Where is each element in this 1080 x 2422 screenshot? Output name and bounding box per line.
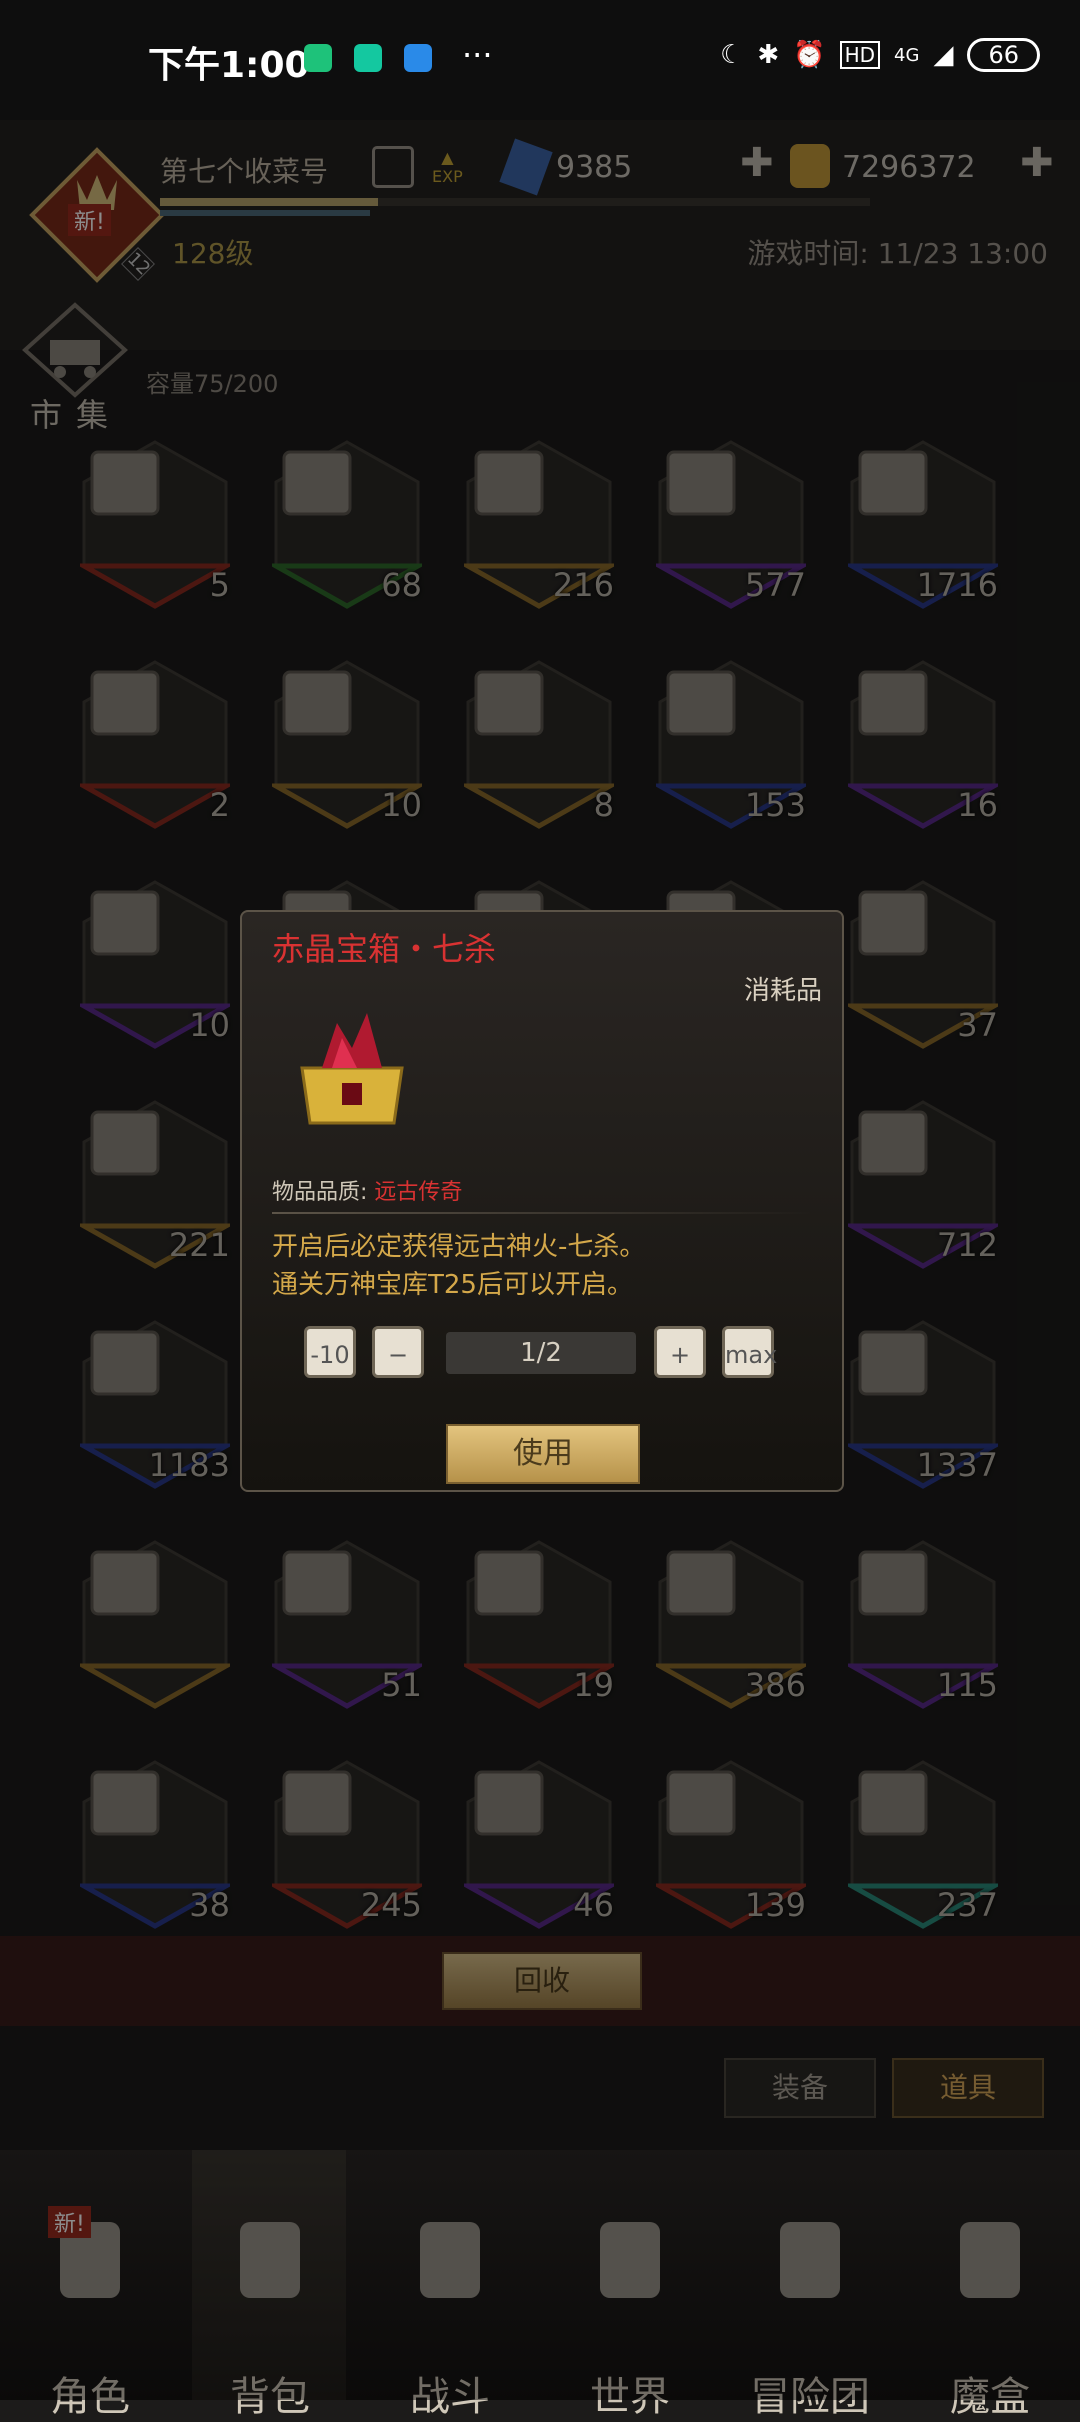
more-icon: ··· [462, 36, 493, 74]
hd-icon: HD [839, 41, 881, 69]
signal-icon: ◢ [933, 40, 954, 70]
item-dialog: 赤晶宝箱・七杀 消耗品 物品品质: 远古传奇 开启后必定获得远古神火-七杀。 通… [240, 910, 844, 1492]
item-description: 开启后必定获得远古神火-七杀。 通关万神宝库T25后可以开启。 [272, 1228, 645, 1304]
status-icons: ☾ ✱ ⏰ HD 4G ◢ 66 [720, 38, 1040, 72]
description-line: 开启后必定获得远古神火-七杀。 [272, 1232, 646, 1262]
network-icon: 4G [894, 44, 920, 66]
item-quality: 物品品质: 远古传奇 [272, 1174, 462, 1206]
bluetooth-icon: ✱ [757, 40, 780, 70]
status-time: 下午1:00 [148, 45, 310, 86]
quality-value: 远古传奇 [374, 1180, 463, 1205]
use-button[interactable]: 使用 [446, 1424, 640, 1484]
red-crystal-chest-icon [300, 1013, 404, 1125]
quantity-display: 1/2 [446, 1332, 636, 1374]
app-icon [354, 44, 382, 72]
quality-label: 物品品质: [272, 1180, 368, 1205]
item-title: 赤晶宝箱・七杀 [272, 930, 497, 968]
minus-button[interactable]: − [372, 1326, 424, 1378]
item-type: 消耗品 [743, 976, 822, 1006]
app-icon [404, 44, 432, 72]
wechat-icon [304, 44, 332, 72]
minus-10-button[interactable]: -10 [304, 1326, 356, 1378]
moon-icon: ☾ [720, 40, 744, 70]
alarm-icon: ⏰ [793, 40, 826, 70]
max-button[interactable]: max [722, 1326, 777, 1378]
divider [272, 1212, 812, 1214]
plus-button[interactable]: + [654, 1326, 706, 1378]
battery-icon: 66 [967, 38, 1040, 72]
description-line: 通关万神宝库T25后可以开启。 [272, 1270, 633, 1300]
